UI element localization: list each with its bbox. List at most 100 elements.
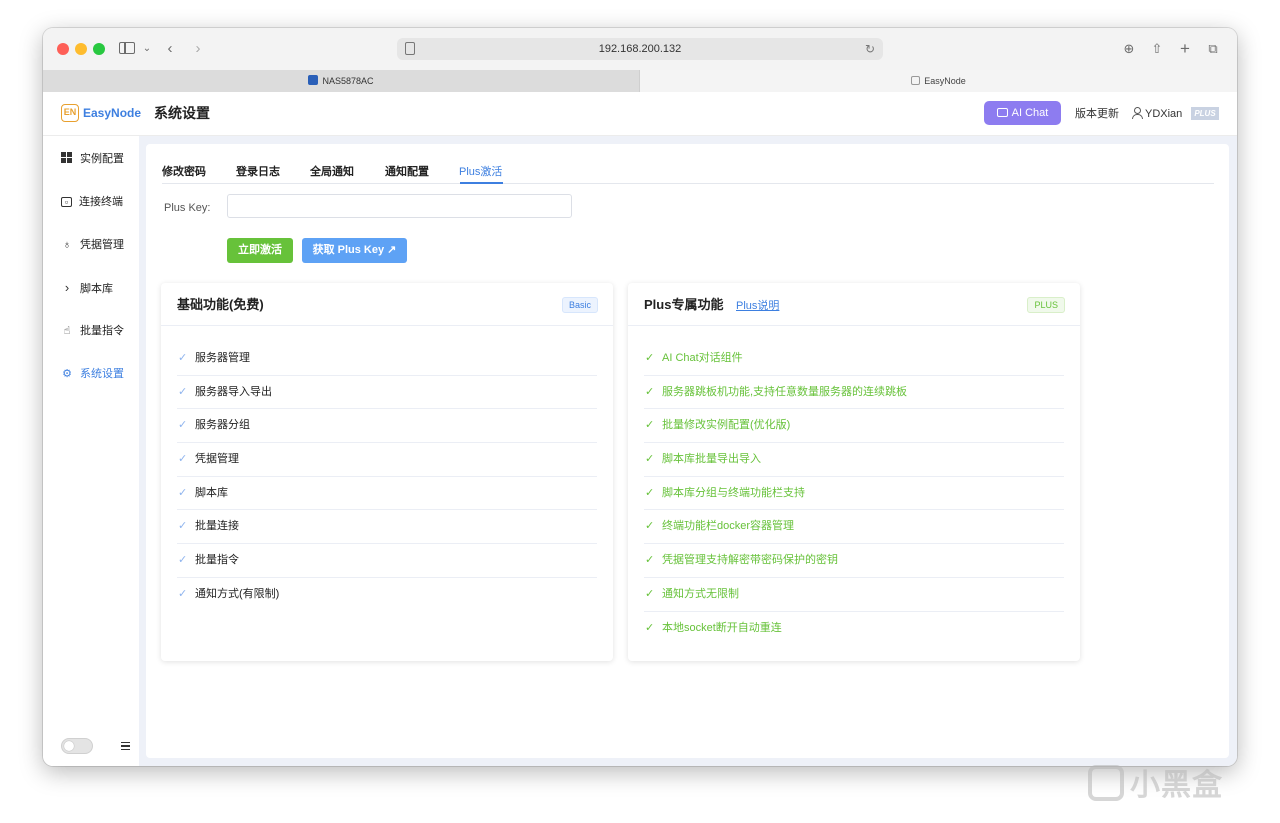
sidebar-item-label: 系统设置	[80, 368, 124, 380]
ai-chat-button[interactable]: AI Chat	[984, 101, 1061, 125]
check-icon: ✓	[645, 587, 655, 600]
chevron-right-icon: ›	[64, 280, 70, 295]
list-item: ✓ 终端功能栏docker容器管理	[644, 510, 1064, 545]
back-icon[interactable]: ‹	[163, 38, 177, 60]
tab-login-log[interactable]: 登录日志	[236, 164, 280, 180]
card-title: Plus专属功能	[644, 297, 724, 312]
tab-label: EasyNode	[924, 76, 966, 86]
sidebar-item-label: 批量指令	[80, 325, 124, 337]
list-item: ✓ 凭据管理	[177, 443, 597, 477]
logo-text: EasyNode	[83, 106, 142, 120]
list-item: ✓ 服务器管理	[177, 342, 597, 376]
forward-icon[interactable]: ›	[191, 38, 205, 60]
share-icon[interactable]: ⇧	[1149, 38, 1165, 60]
list-item: ✓ 脚本库	[177, 477, 597, 511]
get-plus-key-button[interactable]: 获取 Plus Key ↗	[302, 238, 407, 263]
list-item-label: 服务器导入导出	[195, 385, 272, 398]
list-item-label: 服务器跳板机功能,支持任意数量服务器的连续跳板	[662, 385, 908, 398]
activate-button[interactable]: 立即激活	[227, 238, 293, 263]
tab-global-notice[interactable]: 全局通知	[310, 164, 354, 180]
card-header: Plus专属功能 Plus说明 PLUS	[628, 283, 1080, 326]
list-item: ✓ 批量修改实例配置(优化版)	[644, 409, 1064, 444]
list-item-label: 批量修改实例配置(优化版)	[662, 419, 791, 432]
tab-notify-config[interactable]: 通知配置	[385, 164, 429, 180]
tab-easynode[interactable]: EasyNode	[640, 70, 1237, 92]
list-item-label: 通知方式无限制	[662, 587, 739, 600]
sidebar-item-scripts[interactable]: › 脚本库	[61, 279, 113, 297]
theme-toggle[interactable]	[61, 738, 93, 754]
zoom-window-button[interactable]	[93, 43, 105, 55]
list-item-label: 本地socket断开自动重连	[662, 621, 782, 634]
check-icon: ✓	[645, 520, 655, 533]
browser-toolbar: ⌄ ‹ › 192.168.200.132 ↻ ⊕ ⇧ + ⧉	[43, 28, 1237, 70]
list-item-label: 脚本库批量导出导入	[662, 453, 761, 466]
check-icon: ✓	[178, 419, 188, 432]
user-menu[interactable]: YDXian	[1145, 106, 1182, 122]
tab-nas[interactable]: NAS5878AC	[43, 70, 640, 92]
tab-label: NAS5878AC	[322, 76, 374, 86]
check-icon: ✓	[178, 486, 188, 499]
sidebar-item-batch-commands[interactable]: ☝ 批量指令	[61, 322, 124, 340]
key-icon: ♁	[62, 239, 72, 251]
sidebar-item-label: 脚本库	[80, 283, 113, 295]
list-item: ✓ 批量指令	[177, 544, 597, 578]
list-item: ✓ 凭据管理支持解密带密码保护的密钥	[644, 544, 1064, 578]
menu-icon[interactable]	[121, 742, 130, 750]
list-item-label: 服务器管理	[195, 352, 250, 364]
easynode-favicon-icon	[911, 76, 921, 85]
minimize-window-button[interactable]	[75, 43, 87, 55]
sidebar-item-instances[interactable]: 实例配置	[61, 150, 124, 168]
check-icon: ✓	[645, 486, 655, 499]
list-item: ✓ 批量连接	[177, 510, 597, 545]
plus-badge: PLUS	[1191, 107, 1219, 120]
basic-tag: Basic	[561, 297, 598, 313]
chat-icon	[996, 108, 1008, 117]
check-icon: ✓	[645, 352, 655, 364]
list-item-label: 批量连接	[195, 520, 239, 533]
list-item: ✓ 通知方式无限制	[644, 578, 1064, 612]
tab-overview-icon[interactable]: ⧉	[1205, 38, 1221, 60]
pointer-icon: ☝	[63, 325, 71, 337]
grid-icon	[61, 152, 72, 163]
active-tab-indicator	[460, 182, 503, 184]
app-header: EN EasyNode 系统设置 AI Chat 版本更新 YDXian PLU…	[43, 92, 1237, 136]
plus-features-card: Plus专属功能 Plus说明 PLUS ✓ AI Chat对话组件 ✓ 服务器跳板…	[628, 283, 1080, 661]
sidebar-toggle-icon[interactable]	[119, 42, 135, 54]
address-bar[interactable]: 192.168.200.132 ↻	[397, 38, 883, 60]
list-item: ✓ 脚本库分组与终端功能栏支持	[644, 477, 1064, 511]
list-item-label: 脚本库分组与终端功能栏支持	[662, 486, 805, 499]
plus-tag: PLUS	[1027, 297, 1065, 313]
watermark-logo-icon	[1088, 765, 1124, 801]
check-icon: ✓	[178, 352, 188, 364]
watermark-text: 小黑盒	[1130, 769, 1223, 802]
check-icon: ✓	[645, 453, 655, 466]
sidebar-item-credentials[interactable]: ♁ 凭据管理	[61, 236, 124, 254]
gear-icon: ⚙	[62, 368, 72, 380]
terminal-icon: ▫	[61, 197, 72, 207]
card-title: 基础功能(免费)	[177, 297, 264, 312]
card-header: 基础功能(免费) Basic	[161, 283, 613, 326]
new-tab-icon[interactable]: +	[1177, 38, 1193, 60]
check-icon: ✓	[178, 385, 188, 398]
list-item: ✓ 脚本库批量导出导入	[644, 443, 1064, 477]
browser-window: ⌄ ‹ › 192.168.200.132 ↻ ⊕ ⇧ + ⧉ NAS5878A…	[43, 28, 1237, 766]
list-item-label: 通知方式(有限制)	[195, 587, 280, 600]
nas-favicon-icon	[308, 75, 319, 85]
list-item-label: 终端功能栏docker容器管理	[662, 520, 795, 533]
close-window-button[interactable]	[57, 43, 69, 55]
reload-icon[interactable]: ↻	[865, 38, 875, 60]
tab-plus-activate[interactable]: Plus激活	[459, 164, 502, 180]
sidebar-item-settings[interactable]: ⚙ 系统设置	[61, 365, 124, 383]
list-item-label: 脚本库	[195, 486, 228, 499]
page-title: 系统设置	[154, 105, 210, 121]
chevron-down-icon[interactable]: ⌄	[141, 38, 153, 60]
sidebar-item-label: 凭据管理	[80, 239, 124, 251]
plus-info-link[interactable]: Plus说明	[736, 298, 779, 314]
tab-change-password[interactable]: 修改密码	[162, 164, 206, 180]
sidebar: 实例配置 ▫ 连接终端 ♁ 凭据管理 › 脚本库 ☝ 批量指令 ⚙ 系统设置	[43, 136, 139, 766]
version-update-link[interactable]: 版本更新	[1075, 106, 1119, 122]
sidebar-item-terminal[interactable]: ▫ 连接终端	[61, 193, 123, 211]
download-icon[interactable]: ⊕	[1121, 38, 1137, 60]
list-item-label: 批量指令	[195, 554, 239, 567]
plus-key-input[interactable]	[227, 194, 572, 218]
